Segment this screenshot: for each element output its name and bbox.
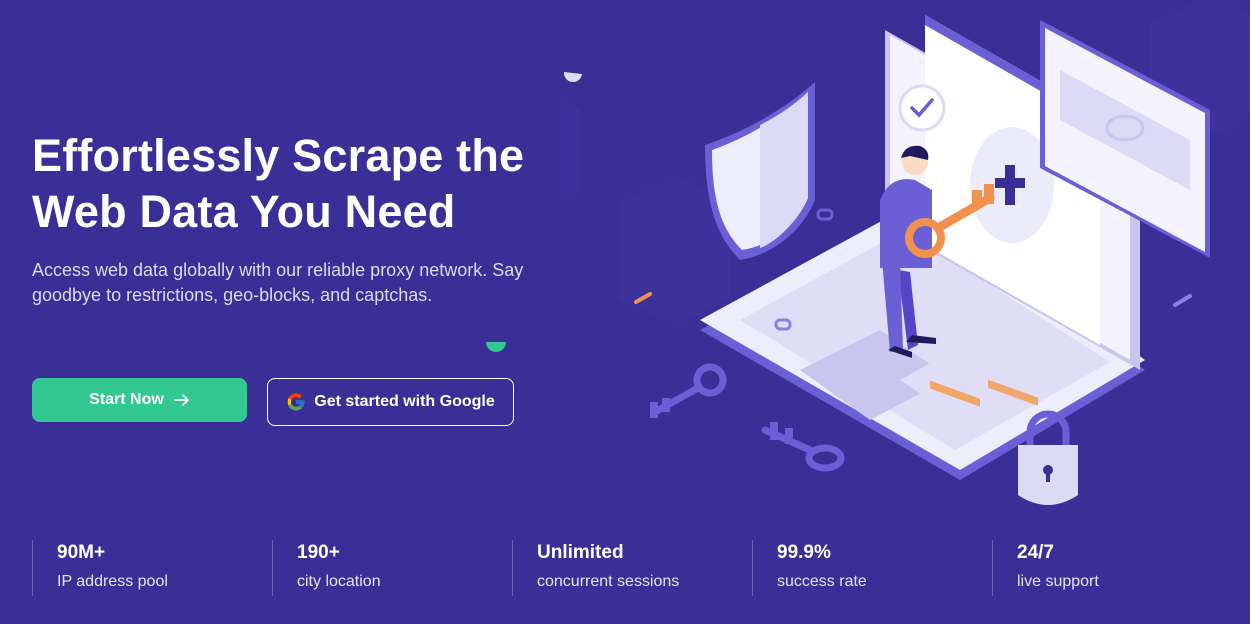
hero-title-line-1: Effortlessly Scrape the	[32, 130, 525, 181]
stat-label: success rate	[777, 573, 867, 590]
stat-value: 90M+	[57, 542, 106, 563]
hero-title: Effortlessly Scrape the Web Data You Nee…	[32, 128, 592, 240]
stat-ip-pool: 90M+ IP address pool	[32, 540, 272, 596]
stat-city-location: 190+ city location	[272, 540, 512, 596]
stat-value: Unlimited	[537, 542, 624, 563]
start-now-button[interactable]: Start Now	[32, 378, 247, 422]
stat-success-rate: 99.9% success rate	[752, 540, 992, 596]
check-icon	[898, 84, 946, 132]
hero-subtitle: Access web data globally with our reliab…	[32, 260, 524, 305]
stat-label: IP address pool	[57, 573, 168, 590]
hero-title-line-2: Web Data You Need	[32, 186, 456, 237]
start-now-label: Start Now	[89, 391, 164, 408]
shield-icon	[705, 82, 815, 260]
stat-label: live support	[1017, 573, 1099, 590]
proxy-illustration	[560, 0, 1250, 505]
google-signup-label: Get started with Google	[314, 393, 495, 410]
small-key-icon-right	[761, 422, 845, 472]
arrow-right-icon	[173, 394, 189, 406]
stat-value: 24/7	[1017, 542, 1054, 563]
google-signup-button[interactable]: Get started with Google	[267, 378, 514, 426]
stat-sessions: Unlimited concurrent sessions	[512, 540, 752, 596]
stat-value: 190+	[297, 542, 340, 563]
stat-label: concurrent sessions	[537, 573, 680, 590]
decorative-half-circle-green	[486, 342, 506, 352]
stat-value: 99.9%	[777, 542, 831, 563]
stat-label: city location	[297, 573, 381, 590]
google-icon	[287, 393, 305, 411]
stat-live-support: 24/7 live support	[992, 540, 1232, 596]
stats-bar: 90M+ IP address pool 190+ city location …	[32, 540, 1250, 596]
small-key-icon-left	[650, 363, 727, 418]
